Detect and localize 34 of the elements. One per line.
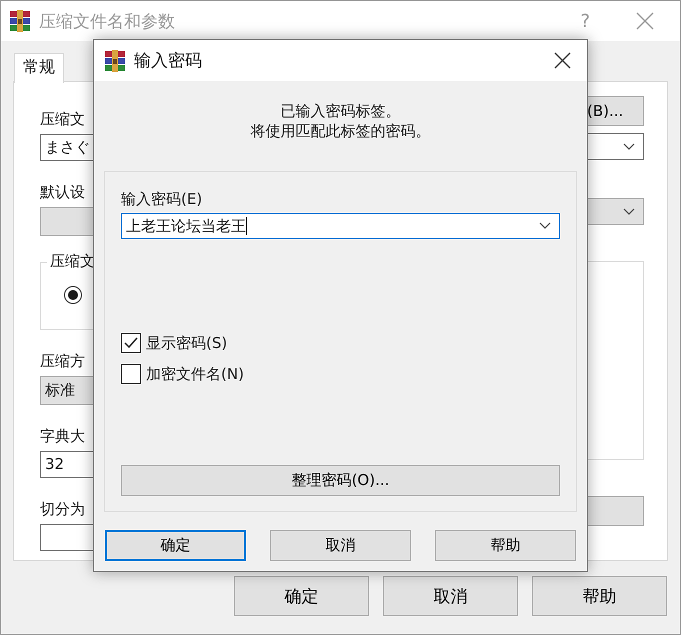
chevron-down-icon: [623, 208, 635, 216]
dialog-title: 输入密码: [134, 50, 203, 72]
checkbox[interactable]: [121, 364, 141, 384]
window-title: 压缩文件名和参数: [39, 10, 176, 32]
chevron-down-icon: [623, 142, 635, 150]
combo-box[interactable]: [586, 133, 644, 160]
archive-icon: [9, 10, 31, 32]
checkbox[interactable]: [121, 333, 141, 353]
checkbox-label: 加密文件名(N): [146, 364, 244, 384]
message-text: 将使用匹配此标签的密码。: [250, 121, 430, 141]
password-field[interactable]: 上老王论坛当老王: [121, 213, 560, 239]
button[interactable]: 确定: [234, 576, 369, 616]
close-icon[interactable]: [554, 52, 571, 69]
field-label: 输入密码(E): [121, 189, 204, 210]
chevron-down-icon: [539, 222, 551, 230]
radio-button[interactable]: [64, 286, 82, 304]
field-label: 默认设: [40, 182, 85, 203]
button[interactable]: 确定: [105, 530, 246, 561]
button[interactable]: 取消: [383, 576, 518, 616]
dropdown-field[interactable]: [586, 198, 644, 225]
checkbox-label: 显示密码(S): [146, 334, 228, 352]
archive-icon: [104, 50, 126, 72]
field-label: 压缩方: [40, 351, 85, 372]
button[interactable]: (B)...: [586, 96, 644, 126]
button[interactable]: 取消: [270, 530, 411, 561]
button[interactable]: 帮助: [435, 530, 576, 561]
check-icon: [124, 337, 138, 349]
organize-button[interactable]: 整理密码(O)...: [121, 465, 560, 496]
field-label: 切分为: [40, 499, 85, 520]
field-label: 字典大: [40, 426, 85, 447]
message-text: 已输入密码标签。: [280, 101, 400, 121]
field-label: 压缩文: [40, 109, 85, 130]
tab[interactable]: 常规: [14, 53, 64, 83]
button[interactable]: 帮助: [532, 576, 667, 616]
